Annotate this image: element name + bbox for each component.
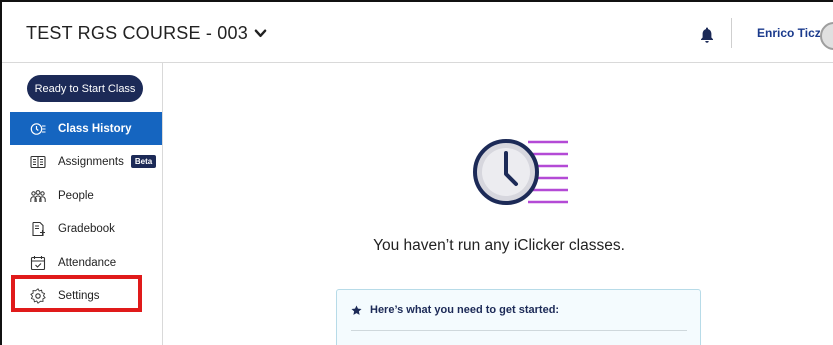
sidebar-item-attendance[interactable]: Attendance bbox=[10, 246, 162, 279]
clock-history-icon bbox=[473, 139, 568, 205]
header-divider bbox=[731, 18, 732, 48]
sidebar-item-class-history[interactable]: Class History bbox=[10, 112, 162, 145]
attendance-icon bbox=[30, 255, 46, 270]
sidebar-item-label: Attendance bbox=[58, 256, 117, 269]
top-header: TEST RGS COURSE - 003 Enrico Ticz bbox=[2, 2, 833, 63]
card-title-text: Here’s what you need to get started: bbox=[370, 304, 560, 316]
chevron-down-icon bbox=[254, 29, 267, 38]
user-name[interactable]: Enrico Ticz bbox=[757, 26, 821, 40]
gradebook-icon bbox=[32, 221, 45, 236]
course-selector[interactable]: TEST RGS COURSE - 003 bbox=[26, 23, 267, 44]
sidebar-item-gradebook[interactable]: Gradebook bbox=[10, 212, 162, 245]
card-divider bbox=[351, 330, 687, 331]
avatar[interactable] bbox=[820, 22, 833, 50]
beta-badge: Beta bbox=[130, 155, 157, 168]
people-icon bbox=[30, 189, 46, 202]
bell-icon[interactable] bbox=[699, 26, 715, 44]
settings-icon bbox=[30, 287, 46, 304]
sidebar-item-label: Settings bbox=[58, 289, 100, 302]
sidebar-item-settings[interactable]: Settings bbox=[10, 279, 162, 312]
star-icon bbox=[351, 304, 362, 315]
class-history-icon bbox=[30, 122, 46, 135]
sidebar-item-assignments[interactable]: Assignments Beta bbox=[10, 145, 162, 178]
getting-started-title: Here’s what you need to get started: bbox=[351, 304, 559, 316]
course-title: TEST RGS COURSE - 003 bbox=[26, 23, 248, 43]
ready-to-start-class-button[interactable]: Ready to Start Class bbox=[27, 75, 143, 102]
sidebar-item-label: Gradebook bbox=[58, 222, 115, 235]
sidebar-item-label: People bbox=[58, 189, 94, 202]
sidebar-item-label: Assignments bbox=[58, 155, 124, 168]
app-window: TEST RGS COURSE - 003 Enrico Ticz Ready … bbox=[0, 0, 833, 345]
sidebar-item-label: Class History bbox=[58, 122, 132, 135]
sidebar: Ready to Start Class Class History Assig… bbox=[2, 63, 163, 345]
getting-started-card: Here’s what you need to get started: bbox=[336, 289, 701, 345]
empty-state-message: You haven’t run any iClicker classes. bbox=[373, 237, 625, 254]
assignments-icon bbox=[30, 155, 46, 168]
sidebar-item-people[interactable]: People bbox=[10, 179, 162, 212]
